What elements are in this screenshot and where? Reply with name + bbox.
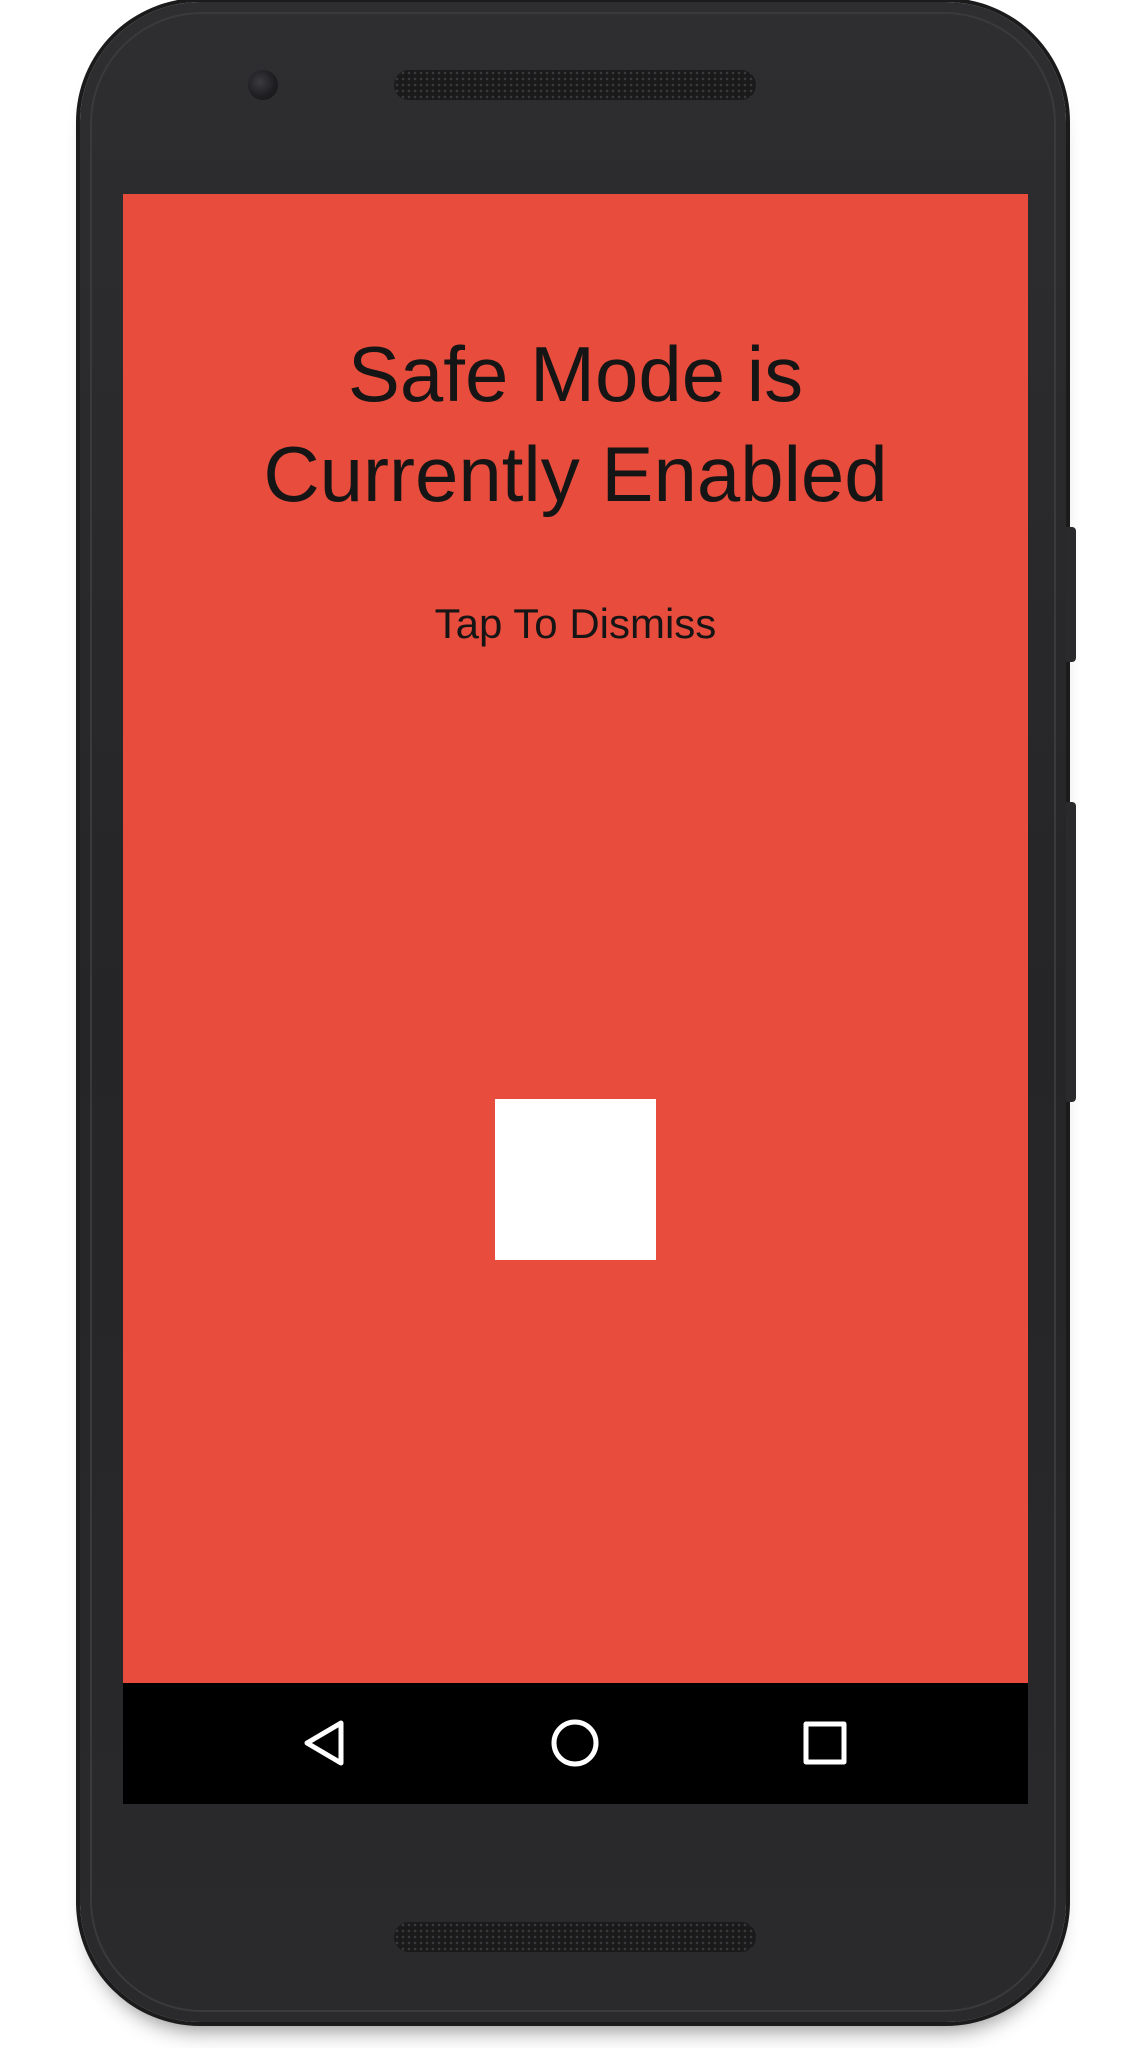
home-circle-icon <box>551 1719 599 1767</box>
back-button[interactable] <box>283 1703 363 1783</box>
earpiece-speaker <box>394 70 756 100</box>
front-camera <box>248 70 278 100</box>
back-triangle-icon <box>304 1720 344 1766</box>
home-button[interactable] <box>535 1703 615 1783</box>
recents-button[interactable] <box>785 1703 865 1783</box>
recents-square-icon <box>803 1721 847 1765</box>
tap-to-dismiss-label[interactable]: Tap To Dismiss <box>123 599 1028 649</box>
navigation-bar <box>123 1683 1028 1804</box>
device-screen: Safe Mode is Currently Enabled Tap To Di… <box>123 194 1028 1804</box>
placeholder-square <box>495 1099 656 1260</box>
volume-button <box>1066 802 1076 1102</box>
safe-mode-overlay[interactable]: Safe Mode is Currently Enabled Tap To Di… <box>123 194 1028 1683</box>
safe-mode-title: Safe Mode is Currently Enabled <box>263 330 888 518</box>
power-button <box>1066 527 1076 662</box>
bottom-speaker <box>394 1922 756 1952</box>
phone-frame: Safe Mode is Currently Enabled Tap To Di… <box>80 2 1076 2022</box>
